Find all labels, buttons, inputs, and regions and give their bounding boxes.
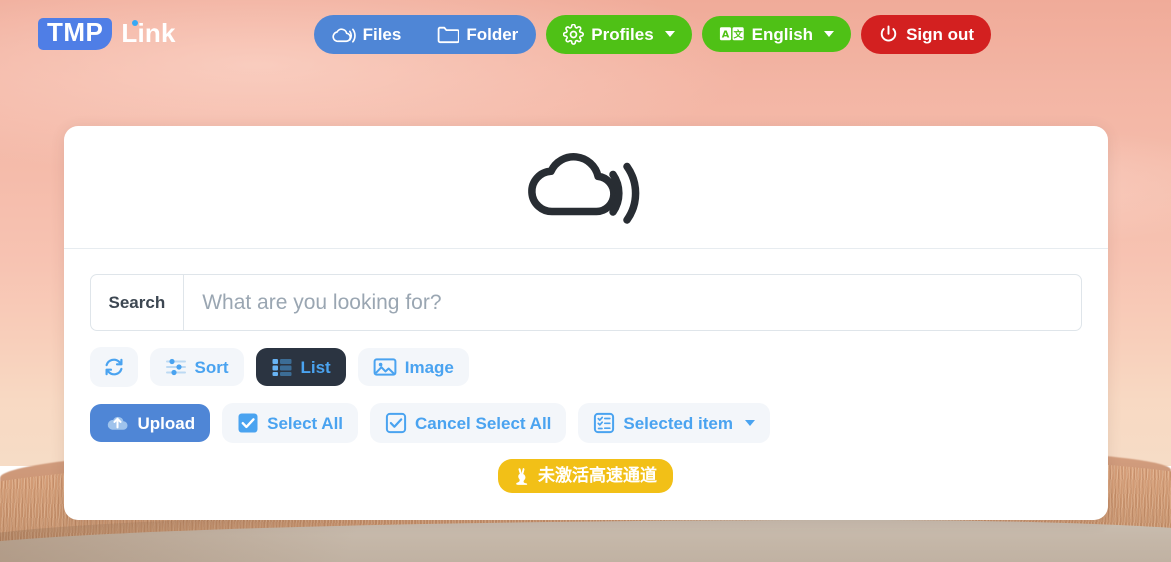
action-toolbar: Upload Select All Cancel Select All Sele… <box>89 403 1082 443</box>
folder-icon <box>437 25 460 44</box>
search-bar: Search <box>89 274 1082 331</box>
cloud-upload-icon <box>105 413 130 433</box>
translate-icon: A 文 <box>719 25 745 43</box>
rabbit-icon <box>514 467 531 486</box>
refresh-icon <box>103 356 125 378</box>
brand-word: Link <box>121 18 175 49</box>
cancel-select-all-label: Cancel Select All <box>415 413 552 433</box>
refresh-button[interactable] <box>89 347 138 387</box>
nav-folder-button[interactable]: Folder <box>419 15 536 54</box>
upload-button[interactable]: Upload <box>89 404 211 442</box>
selected-item-button[interactable]: Selected item <box>578 403 770 443</box>
checkbox-outline-icon <box>385 412 407 434</box>
select-all-label: Select All <box>267 413 344 433</box>
checkbox-checked-icon <box>237 412 259 434</box>
nav-profiles-button[interactable]: Profiles <box>546 14 692 54</box>
upload-label: Upload <box>137 413 196 433</box>
nav-files-label: Files <box>362 24 402 44</box>
chevron-down-icon <box>745 420 755 426</box>
badge-row: 未激活高速通道 <box>90 459 1082 494</box>
brand-mark: TMP <box>38 18 113 50</box>
sort-label: Sort <box>194 357 229 377</box>
svg-text:A: A <box>721 29 729 40</box>
list-view-button[interactable]: List <box>255 348 346 386</box>
header-nav: Files Folder Profiles A 文 English Sign o… <box>313 14 992 54</box>
app-header: TMP Link Files Folder Profiles A 文 Engli… <box>0 0 1171 68</box>
nav-language-button[interactable]: A 文 English <box>701 16 852 52</box>
speed-channel-label: 未激活高速通道 <box>538 466 657 486</box>
sort-icon <box>165 357 187 377</box>
card-header <box>63 126 1108 249</box>
checklist-icon <box>593 412 615 434</box>
brand-logo[interactable]: TMP Link <box>38 18 176 50</box>
nav-signout-button[interactable]: Sign out <box>861 14 992 54</box>
chevron-down-icon <box>664 31 675 37</box>
selected-item-label: Selected item <box>623 413 733 433</box>
svg-text:文: 文 <box>732 29 743 41</box>
nav-profiles-label: Profiles <box>591 24 654 44</box>
speed-channel-badge[interactable]: 未激活高速通道 <box>498 459 673 494</box>
brand-word-text: Link <box>121 18 176 49</box>
chevron-down-icon <box>824 31 835 37</box>
select-all-button[interactable]: Select All <box>222 403 359 443</box>
power-icon <box>878 24 899 45</box>
view-toolbar: Sort List Image <box>89 347 1082 387</box>
cloud-broadcast-icon <box>524 145 648 229</box>
search-label: Search <box>91 275 185 330</box>
cancel-select-all-button[interactable]: Cancel Select All <box>370 403 567 443</box>
files-folder-group: Files Folder <box>313 14 537 54</box>
list-view-label: List <box>300 357 331 377</box>
card-body: Search What are you looking for? Sort Li… <box>64 249 1108 494</box>
main-card: Search What are you looking for? Sort Li… <box>63 126 1108 520</box>
nav-folder-label: Folder <box>466 24 519 44</box>
nav-signout-label: Sign out <box>906 24 975 44</box>
image-icon <box>373 357 397 377</box>
image-view-label: Image <box>404 357 454 377</box>
list-icon <box>271 357 293 377</box>
cloud-wifi-icon <box>331 25 356 44</box>
nav-language-label: English <box>751 24 814 44</box>
sort-button[interactable]: Sort <box>149 348 244 386</box>
search-input[interactable] <box>184 275 1081 330</box>
gear-icon <box>563 23 585 45</box>
nav-files-button[interactable]: Files <box>314 15 420 54</box>
image-view-button[interactable]: Image <box>357 348 469 386</box>
